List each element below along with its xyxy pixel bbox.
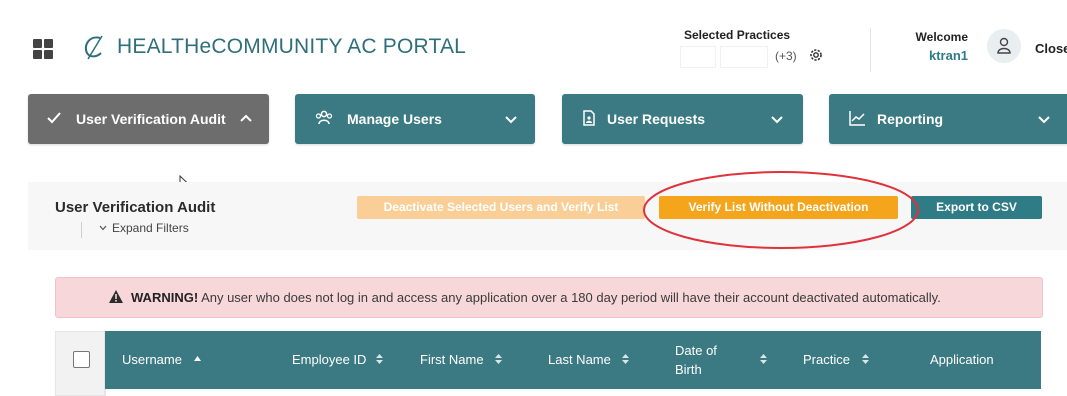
nav-user-verification-audit[interactable]: User Verification Audit bbox=[28, 94, 269, 144]
chevron-down-icon bbox=[771, 116, 783, 124]
brand-logo-icon bbox=[84, 35, 103, 60]
chevron-down-icon bbox=[99, 225, 107, 231]
select-all-checkbox[interactable] bbox=[73, 351, 90, 368]
column-header-username[interactable]: Username bbox=[122, 352, 182, 367]
nav-label: User Verification Audit bbox=[76, 111, 226, 127]
sort-icon[interactable] bbox=[861, 353, 870, 365]
export-csv-button[interactable]: Export to CSV bbox=[911, 196, 1042, 219]
nav-label: Manage Users bbox=[347, 111, 442, 127]
chevron-down-icon bbox=[1038, 116, 1050, 124]
gear-icon[interactable] bbox=[808, 47, 824, 63]
brand-name[interactable]: HEALTHeCOMMUNITY AC PORTAL bbox=[117, 35, 466, 59]
expand-filters-toggle[interactable]: Expand Filters bbox=[112, 221, 189, 235]
check-icon bbox=[47, 112, 61, 124]
close-button[interactable]: Close bbox=[1035, 41, 1067, 56]
username: ktran1 bbox=[928, 48, 968, 63]
deactivate-and-verify-button[interactable]: Deactivate Selected Users and Verify Lis… bbox=[357, 196, 645, 219]
sort-icon[interactable] bbox=[759, 353, 768, 365]
sort-icon[interactable] bbox=[375, 353, 384, 365]
welcome-label: Welcome bbox=[915, 30, 968, 44]
avatar[interactable] bbox=[987, 29, 1021, 63]
column-header-dob-line2[interactable]: Birth bbox=[675, 362, 702, 377]
nav-reporting[interactable]: Reporting bbox=[829, 94, 1067, 144]
sort-icon[interactable] bbox=[621, 353, 630, 365]
nav-manage-users[interactable]: Manage Users bbox=[295, 94, 535, 144]
document-icon bbox=[583, 110, 595, 126]
page-title: User Verification Audit bbox=[55, 199, 216, 216]
users-icon bbox=[315, 110, 333, 125]
chart-icon bbox=[849, 111, 865, 126]
selected-practices-label: Selected Practices bbox=[684, 28, 791, 42]
sort-icon[interactable] bbox=[494, 353, 503, 365]
app-grid-icon[interactable] bbox=[33, 39, 53, 59]
warning-label: WARNING! bbox=[131, 290, 199, 305]
selected-practices-count[interactable]: (+3) bbox=[775, 49, 797, 63]
user-icon bbox=[997, 37, 1011, 54]
column-header-first-name[interactable]: First Name bbox=[420, 352, 484, 367]
warning-icon bbox=[109, 290, 123, 303]
highlight-ellipse bbox=[643, 171, 919, 249]
chevron-down-icon bbox=[505, 116, 517, 124]
sort-asc-icon[interactable] bbox=[193, 355, 202, 362]
practice-chip[interactable] bbox=[680, 46, 716, 68]
chevron-up-icon bbox=[240, 114, 252, 122]
nav-user-requests[interactable]: User Requests bbox=[562, 94, 803, 144]
warning-text: WARNING! Any user who does not log in an… bbox=[131, 290, 941, 305]
nav-label: User Requests bbox=[607, 111, 706, 127]
table-row[interactable] bbox=[105, 389, 1041, 396]
nav-label: Reporting bbox=[877, 111, 944, 127]
filter-divider bbox=[81, 222, 82, 238]
column-header-practice[interactable]: Practice bbox=[803, 352, 850, 367]
header-divider bbox=[870, 28, 871, 72]
column-header-dob-line1[interactable]: Date of bbox=[675, 343, 717, 358]
column-header-last-name[interactable]: Last Name bbox=[548, 352, 611, 367]
warning-message: Any user who does not log in and access … bbox=[198, 290, 941, 305]
column-header-employee-id[interactable]: Employee ID bbox=[292, 352, 366, 367]
column-header-application[interactable]: Application bbox=[930, 352, 994, 367]
practice-chip[interactable] bbox=[720, 46, 768, 68]
